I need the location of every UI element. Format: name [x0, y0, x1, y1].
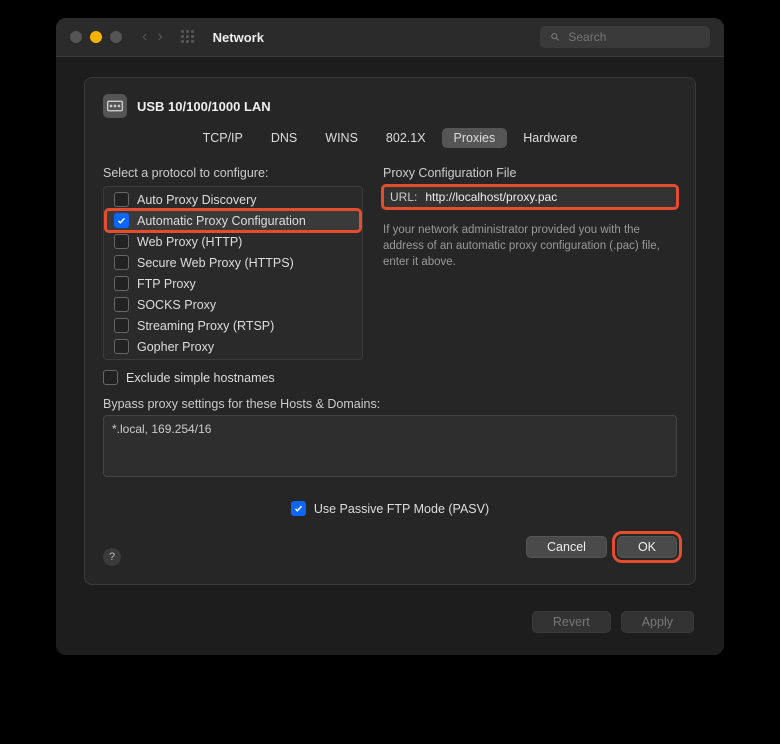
settings-sheet: USB 10/100/1000 LAN TCP/IP DNS WINS 802.…	[84, 77, 696, 585]
tab-bar: TCP/IP DNS WINS 802.1X Proxies Hardware	[103, 128, 677, 148]
checkbox[interactable]	[114, 318, 129, 333]
protocol-list-label: Select a protocol to configure:	[103, 166, 363, 180]
ethernet-icon	[103, 94, 127, 118]
window-title: Network	[213, 30, 264, 45]
tab-wins[interactable]: WINS	[313, 128, 370, 148]
sheet-footer: ? Cancel OK	[103, 528, 677, 566]
bypass-label: Bypass proxy settings for these Hosts & …	[103, 397, 677, 411]
checkbox[interactable]	[114, 234, 129, 249]
tab-proxies[interactable]: Proxies	[442, 128, 508, 148]
url-label: URL:	[390, 190, 417, 204]
content-columns: Select a protocol to configure: Auto Pro…	[103, 166, 677, 385]
tab-dns[interactable]: DNS	[259, 128, 309, 148]
window-controls	[70, 31, 122, 43]
checkbox[interactable]	[291, 501, 306, 516]
pac-url-row[interactable]: URL:	[383, 186, 677, 208]
protocol-label: FTP Proxy	[137, 277, 196, 291]
forward-arrow-icon[interactable]: ›	[157, 29, 162, 45]
tab-8021x[interactable]: 802.1X	[374, 128, 438, 148]
protocol-row-automatic-proxy[interactable]: Automatic Proxy Configuration	[106, 210, 360, 231]
search-icon	[550, 31, 560, 43]
help-button[interactable]: ?	[103, 548, 121, 566]
protocol-row[interactable]: Streaming Proxy (RTSP)	[104, 315, 362, 336]
show-all-icon[interactable]	[181, 30, 195, 44]
back-arrow-icon[interactable]: ‹	[142, 29, 147, 45]
checkbox[interactable]	[114, 213, 129, 228]
body-area: USB 10/100/1000 LAN TCP/IP DNS WINS 802.…	[56, 57, 724, 655]
protocol-column: Select a protocol to configure: Auto Pro…	[103, 166, 363, 385]
protocol-label: Automatic Proxy Configuration	[137, 214, 306, 228]
dialog-buttons: Cancel OK	[526, 536, 677, 558]
protocol-label: SOCKS Proxy	[137, 298, 216, 312]
nav-arrows: ‹ ›	[142, 29, 163, 45]
exclude-label: Exclude simple hostnames	[126, 371, 275, 385]
titlebar: ‹ › Network	[56, 18, 724, 57]
apply-button[interactable]: Apply	[621, 611, 694, 633]
ok-button[interactable]: OK	[617, 536, 677, 558]
search-input[interactable]	[566, 29, 700, 45]
bypass-textarea[interactable]: *.local, 169.254/16	[103, 415, 677, 477]
protocol-list: Auto Proxy Discovery Automatic Proxy Con…	[103, 186, 363, 360]
cancel-button[interactable]: Cancel	[526, 536, 607, 558]
checkbox[interactable]	[103, 370, 118, 385]
exclude-simple-hostnames-row[interactable]: Exclude simple hostnames	[103, 370, 363, 385]
config-column: Proxy Configuration File URL: If your ne…	[383, 166, 677, 385]
checkbox[interactable]	[114, 255, 129, 270]
revert-button[interactable]: Revert	[532, 611, 611, 633]
apply-revert-buttons: Revert Apply	[532, 611, 694, 633]
checkbox[interactable]	[114, 276, 129, 291]
interface-name: USB 10/100/1000 LAN	[137, 99, 271, 114]
protocol-row[interactable]: SOCKS Proxy	[104, 294, 362, 315]
protocol-label: Gopher Proxy	[137, 340, 214, 354]
passive-ftp-row[interactable]: Use Passive FTP Mode (PASV)	[103, 501, 677, 516]
protocol-label: Streaming Proxy (RTSP)	[137, 319, 274, 333]
checkbox[interactable]	[114, 297, 129, 312]
tab-tcpip[interactable]: TCP/IP	[191, 128, 255, 148]
passive-ftp-label: Use Passive FTP Mode (PASV)	[314, 502, 489, 516]
interface-header: USB 10/100/1000 LAN	[103, 94, 677, 118]
protocol-label: Secure Web Proxy (HTTPS)	[137, 256, 294, 270]
close-dot[interactable]	[70, 31, 82, 43]
pac-hint-text: If your network administrator provided y…	[383, 222, 663, 270]
protocol-label: Auto Proxy Discovery	[137, 193, 256, 207]
search-field-wrap[interactable]	[540, 26, 710, 48]
proxy-config-file-label: Proxy Configuration File	[383, 166, 677, 180]
protocol-row[interactable]: Web Proxy (HTTP)	[104, 231, 362, 252]
checkbox[interactable]	[114, 192, 129, 207]
network-preferences-window: ‹ › Network USB 10/100/1000 LAN TCP/IP D…	[56, 18, 724, 655]
protocol-label: Web Proxy (HTTP)	[137, 235, 242, 249]
protocol-row[interactable]: FTP Proxy	[104, 273, 362, 294]
tab-hardware[interactable]: Hardware	[511, 128, 589, 148]
pac-url-input[interactable]	[423, 189, 670, 205]
zoom-dot[interactable]	[110, 31, 122, 43]
checkbox[interactable]	[114, 339, 129, 354]
protocol-row[interactable]: Secure Web Proxy (HTTPS)	[104, 252, 362, 273]
protocol-row[interactable]: Gopher Proxy	[104, 336, 362, 357]
protocol-row[interactable]: Auto Proxy Discovery	[104, 189, 362, 210]
minimize-dot[interactable]	[90, 31, 102, 43]
